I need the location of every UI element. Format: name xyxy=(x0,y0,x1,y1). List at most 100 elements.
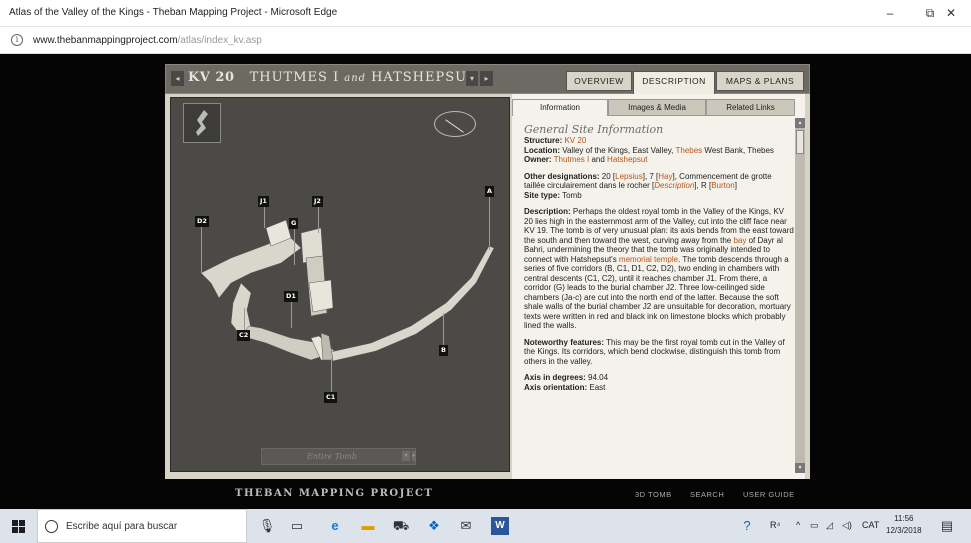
prev-tomb-button[interactable]: ◂ xyxy=(171,71,184,86)
url-path: /atlas/index_kv.asp xyxy=(177,35,262,46)
tomb-plan-drawing xyxy=(200,219,495,362)
mail-icon[interactable]: ✉ xyxy=(457,517,475,535)
info-subtabs: Information Images & Media Related Links xyxy=(512,99,805,116)
description-link[interactable]: Description xyxy=(654,181,694,190)
owner-link-thutmes[interactable]: Thutmes I xyxy=(554,155,590,164)
next-tomb-button[interactable]: ▸ xyxy=(480,71,493,86)
hay-link[interactable]: Hay xyxy=(658,172,672,181)
url-host: www.thebanmappingproject.com xyxy=(33,35,178,46)
info-scrollbar[interactable]: ▴ ▾ xyxy=(795,118,805,473)
notifications-icon[interactable]: ▤ xyxy=(938,517,956,535)
clock-time: 11:56 xyxy=(894,514,914,523)
footer-link-3d-tomb[interactable]: 3D TOMB xyxy=(635,490,672,499)
content-area: A B C1 C2 D1 D2 G J1 J2 Entire Tomb ▾ ▸ … xyxy=(165,94,810,479)
section-next-icon[interactable]: ▸ xyxy=(412,451,416,461)
store-icon[interactable]: ⛟ xyxy=(392,517,410,535)
footer-link-user-guide[interactable]: USER GUIDE xyxy=(743,490,795,499)
tomb-code: KV 20 xyxy=(188,70,235,85)
edge-icon[interactable]: e xyxy=(326,517,344,535)
label-stem xyxy=(294,225,295,265)
section-selector[interactable]: Entire Tomb ▾ ▸ xyxy=(261,448,416,465)
compass-icon xyxy=(434,111,476,137)
task-view-icon[interactable]: ▭ xyxy=(288,517,306,535)
label-stem xyxy=(443,313,444,348)
taskbar-search[interactable]: Escribe aquí para buscar xyxy=(37,509,247,543)
tomb-map[interactable]: A B C1 C2 D1 D2 G J1 J2 Entire Tomb ▾ ▸ xyxy=(170,97,510,472)
map-label-g[interactable]: G xyxy=(289,218,299,229)
battery-icon[interactable]: ▭ xyxy=(810,520,819,531)
footer-link-search[interactable]: SEARCH xyxy=(690,490,724,499)
section-prev-icon[interactable]: ▾ xyxy=(402,451,410,461)
map-label-b[interactable]: B xyxy=(439,345,448,356)
map-label-j1[interactable]: J1 xyxy=(258,196,269,207)
tab-description[interactable]: DESCRIPTION xyxy=(633,71,715,95)
network-icon[interactable]: ◿ xyxy=(826,520,833,531)
windows-start-icon[interactable] xyxy=(12,520,25,533)
volume-icon[interactable]: ◁) xyxy=(842,520,852,531)
scroll-thumb[interactable] xyxy=(796,130,804,154)
map-label-a[interactable]: A xyxy=(485,186,495,197)
subtab-images-media[interactable]: Images & Media xyxy=(608,99,706,116)
scroll-down-icon[interactable]: ▾ xyxy=(795,463,805,473)
map-label-c2[interactable]: C2 xyxy=(237,330,251,341)
cortana-icon xyxy=(45,520,58,533)
tray-r-indicator[interactable]: R⁴ xyxy=(770,520,780,530)
tab-maps-plans[interactable]: MAPS & PLANS xyxy=(716,71,804,91)
info-heading: General Site Information xyxy=(524,123,664,136)
axis-orientation-label: Axis orientation: xyxy=(524,382,588,392)
map-label-j2[interactable]: J2 xyxy=(312,196,323,207)
tomb-header: ◂ KV 20 THUTMES I and HATSHEPSUT ▾ ▸ OVE… xyxy=(165,64,810,95)
map-label-d2[interactable]: D2 xyxy=(195,216,209,227)
axis-degrees-label: Axis in degrees: xyxy=(524,373,586,382)
subtab-information[interactable]: Information xyxy=(512,99,608,116)
scroll-up-icon[interactable]: ▴ xyxy=(795,118,805,128)
label-stem xyxy=(318,203,319,233)
other-designations-label: Other designations: xyxy=(524,171,600,181)
memorial-temple-link[interactable]: memorial temple xyxy=(619,255,678,264)
other-text: ], R [ xyxy=(694,181,712,190)
word-icon[interactable]: W xyxy=(491,517,509,535)
url-field[interactable]: www.thebanmappingproject.com/atlas/index… xyxy=(33,35,262,46)
footer-brand[interactable]: THEBAN MAPPING PROJECT xyxy=(235,488,433,499)
close-button[interactable]: ✕ xyxy=(931,0,971,27)
tray-expand-icon[interactable]: ^ xyxy=(796,520,800,530)
language-indicator[interactable]: CAT xyxy=(862,520,879,530)
tab-overview[interactable]: OVERVIEW xyxy=(566,71,632,91)
tomb-dropdown-button[interactable]: ▾ xyxy=(466,71,478,86)
noteworthy-label: Noteworthy features: xyxy=(524,337,605,347)
description-text: . The tomb descends through a series of … xyxy=(524,254,791,331)
site-info-icon[interactable]: i xyxy=(11,34,23,46)
minimize-button[interactable]: – xyxy=(870,0,910,27)
lepsius-link[interactable]: Lepsius xyxy=(615,172,643,181)
subtab-related-links[interactable]: Related Links xyxy=(706,99,795,116)
address-bar: i www.thebanmappingproject.com/atlas/ind… xyxy=(0,27,971,54)
site-type-value: Tomb xyxy=(562,190,582,200)
location-thumbnail[interactable] xyxy=(183,103,221,143)
search-placeholder[interactable]: Escribe aquí para buscar xyxy=(66,521,177,532)
map-label-c1[interactable]: C1 xyxy=(324,392,338,403)
tomb-title: KV 20 THUTMES I and HATSHEPSUT xyxy=(188,70,477,85)
other-text: ] xyxy=(734,181,737,190)
label-stem xyxy=(201,223,202,273)
site-footer: THEBAN MAPPING PROJECT 3D TOMB SEARCH US… xyxy=(165,479,810,509)
dropbox-icon[interactable]: ❖ xyxy=(425,517,443,535)
page-viewport: ◂ KV 20 THUTMES I and HATSHEPSUT ▾ ▸ OVE… xyxy=(0,54,971,509)
owner-label: Owner: xyxy=(524,155,552,164)
bay-link[interactable]: bay xyxy=(733,236,746,245)
owner-and: and xyxy=(591,155,605,164)
map-label-d1[interactable]: D1 xyxy=(284,291,298,302)
file-explorer-icon[interactable]: ▬ xyxy=(359,517,377,535)
help-icon[interactable]: ? xyxy=(738,517,756,535)
section-select-value[interactable]: Entire Tomb xyxy=(262,449,402,464)
other-text: ], 7 [ xyxy=(642,171,659,181)
axis-orientation-value: East xyxy=(589,382,606,392)
structure-link[interactable]: KV 20 xyxy=(564,136,586,145)
owner-link-hatshepsut[interactable]: Hatshepsut xyxy=(607,155,647,164)
info-panel: Information Images & Media Related Links… xyxy=(512,94,805,479)
microphone-icon[interactable]: 🎙 xyxy=(258,517,276,535)
thebes-link[interactable]: Thebes xyxy=(675,146,702,155)
burton-link[interactable]: Burton xyxy=(711,181,735,190)
label-stem xyxy=(489,195,490,250)
clock[interactable]: 11:56 12/3/2018 xyxy=(886,513,922,537)
browser-titlebar: Atlas of the Valley of the Kings - Theba… xyxy=(0,0,971,27)
